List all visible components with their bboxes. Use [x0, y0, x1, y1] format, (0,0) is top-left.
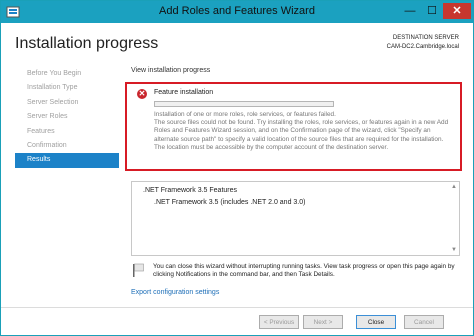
results-list[interactable]: .NET Framework 3.5 Features .NET Framewo…: [131, 181, 460, 256]
result-sub-feature: .NET Framework 3.5 (includes .NET 2.0 an…: [154, 199, 306, 206]
nav-item-results[interactable]: Results: [15, 153, 119, 168]
scroll-down-arrow-icon[interactable]: ▼: [451, 247, 457, 253]
destination-server-label: DESTINATION SERVER: [392, 35, 459, 41]
scroll-up-arrow-icon[interactable]: ▲: [451, 184, 457, 190]
close-window-button[interactable]: ✕: [443, 3, 471, 19]
error-summary: Installation of one or more roles, role …: [154, 111, 336, 118]
next-button[interactable]: Next >: [303, 315, 343, 329]
page-title: Installation progress: [15, 35, 159, 52]
installation-progress-bar: [154, 101, 334, 107]
minimize-button[interactable]: —: [399, 3, 421, 19]
nav-item-server-selection[interactable]: Server Selection: [15, 96, 119, 110]
nav-item-installation-type[interactable]: Installation Type: [15, 81, 119, 95]
footer-divider: [1, 307, 473, 308]
destination-server-value: CAM-DC2.Cambridge.local: [386, 44, 459, 50]
nav-item-server-roles[interactable]: Server Roles: [15, 110, 119, 124]
export-configuration-link[interactable]: Export configuration settings: [131, 289, 219, 296]
main-content: View installation progress: [131, 67, 463, 74]
error-highlight-box: ✕ Feature installation Installation of o…: [125, 82, 462, 171]
error-details: The source files could not be found. Try…: [154, 119, 449, 151]
wizard-steps-nav: Before You Begin Installation Type Serve…: [15, 67, 119, 168]
previous-button[interactable]: < Previous: [259, 315, 299, 329]
cancel-button[interactable]: Cancel: [404, 315, 444, 329]
close-button[interactable]: Close: [356, 315, 396, 329]
maximize-button[interactable]: ☐: [421, 3, 443, 19]
result-feature: .NET Framework 3.5 Features: [143, 187, 238, 194]
nav-item-confirmation[interactable]: Confirmation: [15, 139, 119, 153]
title-bar[interactable]: Add Roles and Features Wizard — ☐ ✕: [1, 1, 473, 23]
nav-item-before-you-begin[interactable]: Before You Begin: [15, 67, 119, 81]
wizard-window: Add Roles and Features Wizard — ☐ ✕ Inst…: [0, 0, 474, 336]
error-message: Installation of one or more roles, role …: [154, 111, 454, 152]
close-wizard-note: You can close this wizard without interr…: [153, 263, 455, 279]
error-icon: ✕: [137, 89, 147, 99]
nav-item-features[interactable]: Features: [15, 125, 119, 139]
feature-installation-title: Feature installation: [154, 89, 214, 96]
flag-icon: [133, 263, 144, 277]
view-progress-label: View installation progress: [131, 67, 211, 74]
